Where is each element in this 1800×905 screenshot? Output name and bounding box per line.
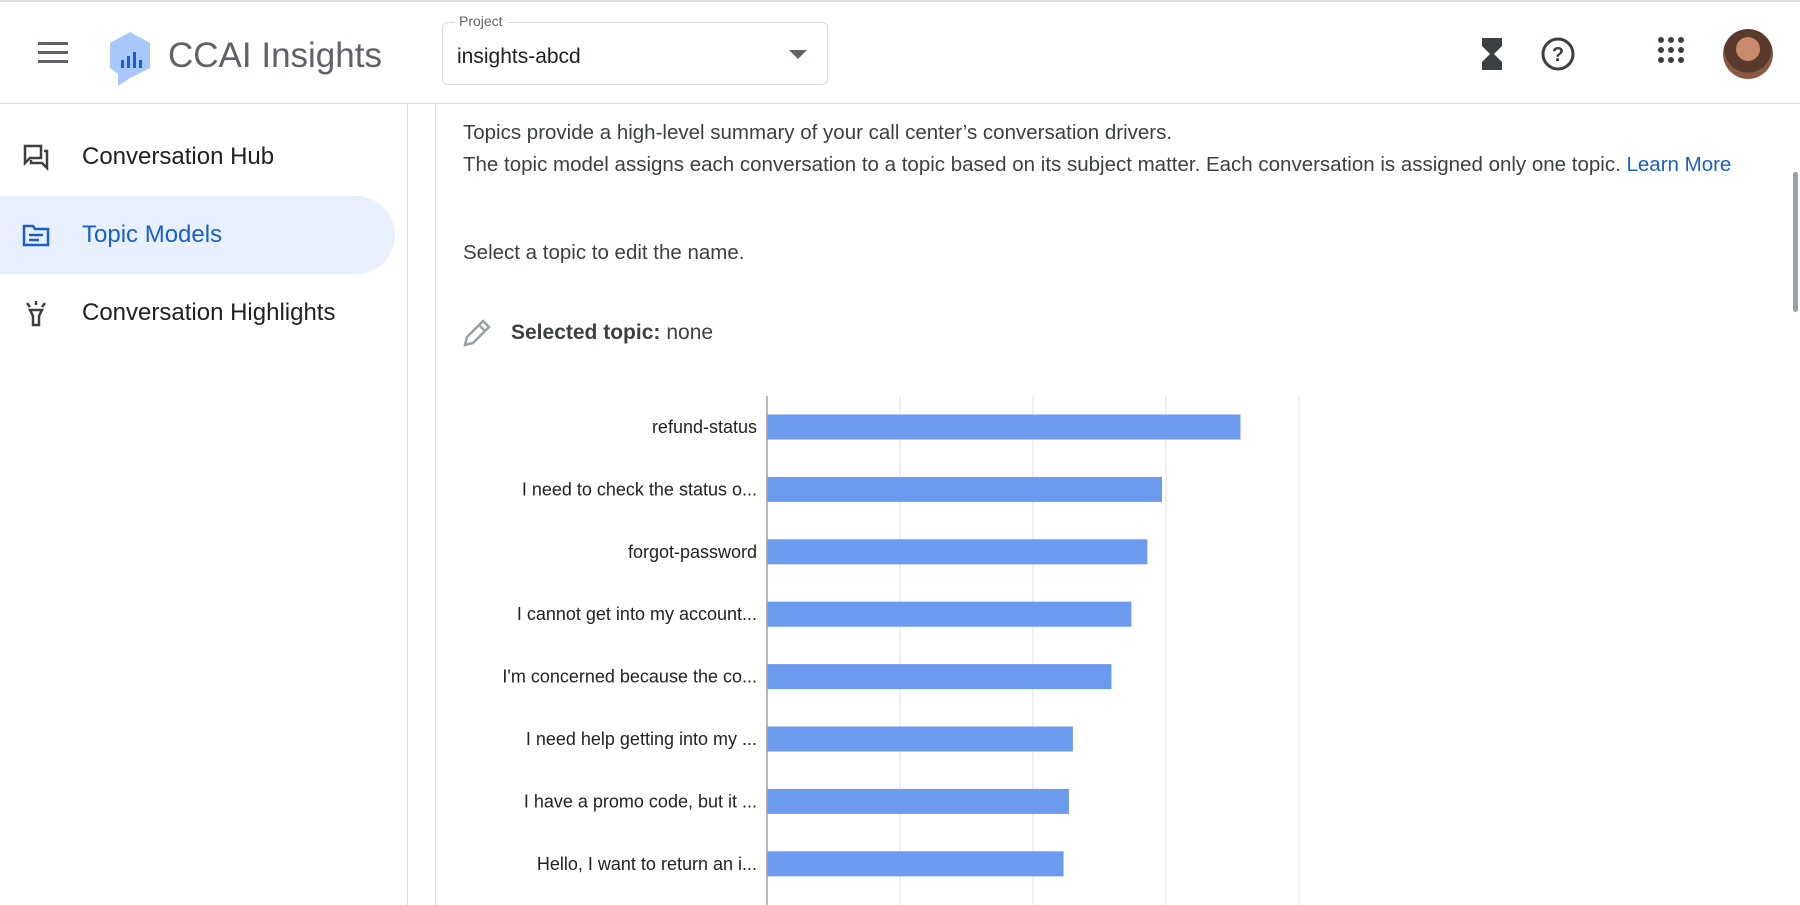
category-label[interactable]: I have a promo code, but it ... [524, 791, 757, 811]
bar[interactable] [767, 851, 1064, 877]
category-label[interactable]: forgot-password [628, 542, 757, 562]
category-label[interactable]: I'm concerned because the co... [502, 667, 757, 687]
bar[interactable] [767, 601, 1132, 627]
bar[interactable] [767, 476, 1163, 502]
topic-bar-chart: refund-status I need to check the status … [502, 396, 1300, 905]
bar[interactable] [767, 664, 1112, 690]
bar[interactable] [767, 788, 1069, 814]
category-label[interactable]: I cannot get into my account... [517, 604, 757, 624]
bar[interactable] [767, 726, 1073, 752]
category-label[interactable]: refund-status [652, 417, 757, 437]
bar[interactable] [767, 414, 1241, 440]
category-label[interactable]: Hello, I want to return an i... [537, 854, 757, 874]
category-label[interactable]: I need to check the status o... [522, 479, 757, 499]
scrollbar-thumb[interactable] [1793, 172, 1798, 312]
bar[interactable] [767, 539, 1148, 565]
category-label[interactable]: I need help getting into my ... [526, 729, 757, 749]
